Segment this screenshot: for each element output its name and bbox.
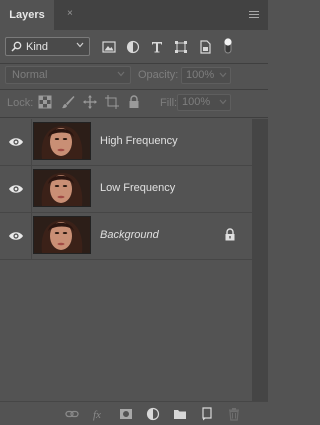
chevron-down-icon: [219, 72, 227, 78]
tab-layers[interactable]: Layers: [0, 0, 54, 30]
layers-bottom-toolbar: fx: [0, 401, 268, 425]
chevron-down-icon: [76, 42, 84, 48]
layer-name[interactable]: Low Frequency: [100, 182, 175, 194]
eye-icon[interactable]: [8, 183, 24, 195]
layers-list: High Frequency Low Frequency Background: [0, 119, 252, 401]
lock-transparent-pixels-icon[interactable]: [38, 95, 52, 109]
search-icon: [11, 41, 22, 52]
svg-text:fx: fx: [93, 409, 101, 421]
panel-menu-icon[interactable]: [249, 11, 259, 19]
filter-toggle-icon[interactable]: [222, 37, 234, 55]
divider: [0, 89, 268, 90]
filter-pixel-icon[interactable]: [102, 40, 116, 54]
panel-tab-bar: Layers ×: [0, 0, 268, 30]
delete-layer-icon[interactable]: [227, 407, 241, 421]
add-mask-icon[interactable]: [119, 407, 133, 421]
fill-label: Fill:: [160, 97, 178, 109]
new-adjustment-layer-icon[interactable]: [146, 407, 160, 421]
lock-all-icon[interactable]: [127, 95, 141, 109]
blend-mode-dropdown[interactable]: Normal: [5, 66, 131, 84]
divider: [31, 213, 32, 259]
opacity-label: Opacity:: [138, 69, 179, 81]
filter-smart-object-icon[interactable]: [198, 40, 212, 54]
filter-adjustment-icon[interactable]: [126, 40, 140, 54]
opacity-input[interactable]: 100%: [181, 67, 231, 84]
eye-icon[interactable]: [8, 136, 24, 148]
lock-artboard-icon[interactable]: [105, 95, 119, 109]
layer-name[interactable]: High Frequency: [100, 135, 178, 147]
lock-position-icon[interactable]: [83, 95, 97, 109]
blend-row: Normal Opacity: 100%: [0, 64, 268, 88]
new-layer-icon[interactable]: [200, 407, 214, 421]
lock-image-pixels-icon[interactable]: [61, 95, 75, 109]
layer-name[interactable]: Background: [100, 229, 159, 241]
fill-value: 100%: [182, 96, 211, 108]
link-layers-icon[interactable]: [65, 407, 79, 421]
chevron-down-icon: [219, 99, 227, 105]
filter-kind-dropdown[interactable]: Kind: [5, 37, 90, 56]
divider: [31, 119, 32, 165]
fill-input[interactable]: 100%: [177, 94, 231, 111]
blend-mode-value: Normal: [12, 69, 48, 81]
divider: [31, 166, 32, 212]
layer-row[interactable]: High Frequency: [0, 119, 252, 166]
lock-row: Lock: Fill: 100%: [0, 92, 268, 114]
scrollbar[interactable]: [252, 119, 268, 401]
chevron-down-icon: [117, 71, 125, 77]
opacity-value: 100%: [186, 69, 215, 81]
filter-type-icon[interactable]: [150, 40, 164, 54]
filter-kind-label: Kind: [26, 41, 49, 53]
filter-shape-icon[interactable]: [174, 40, 188, 54]
new-group-folder-icon[interactable]: [173, 407, 187, 421]
layer-thumbnail: [33, 122, 91, 160]
close-tab-icon[interactable]: ×: [67, 8, 73, 19]
lock-label: Lock:: [7, 97, 34, 109]
layer-thumbnail: [33, 216, 91, 254]
filter-row: Kind: [0, 30, 268, 64]
layer-row[interactable]: Low Frequency: [0, 166, 252, 213]
divider: [0, 117, 268, 118]
layer-style-fx-icon[interactable]: fx: [92, 407, 106, 421]
eye-icon[interactable]: [8, 230, 24, 242]
layer-row[interactable]: Background: [0, 213, 252, 260]
lock-icon[interactable]: [224, 228, 236, 241]
layer-thumbnail: [33, 169, 91, 207]
